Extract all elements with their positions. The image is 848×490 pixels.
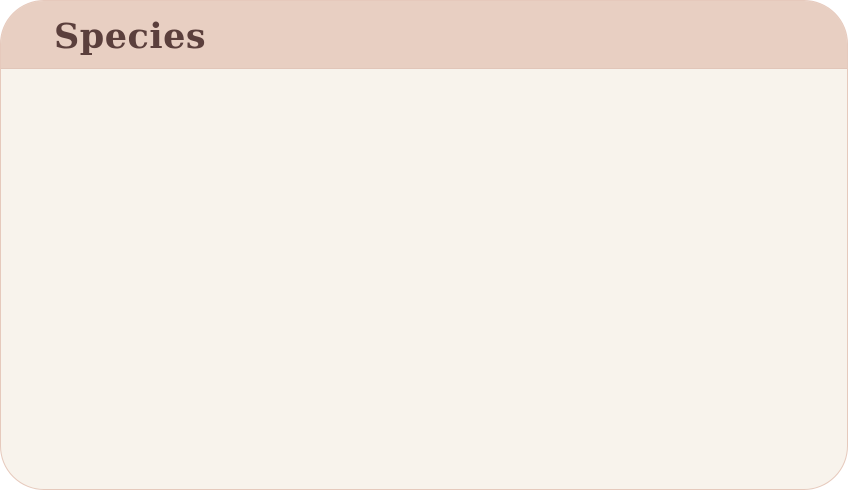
card-header: Species — [1, 1, 847, 69]
card-body — [1, 69, 847, 489]
card-title: Species — [54, 16, 207, 57]
species-card: Species — [0, 0, 848, 490]
